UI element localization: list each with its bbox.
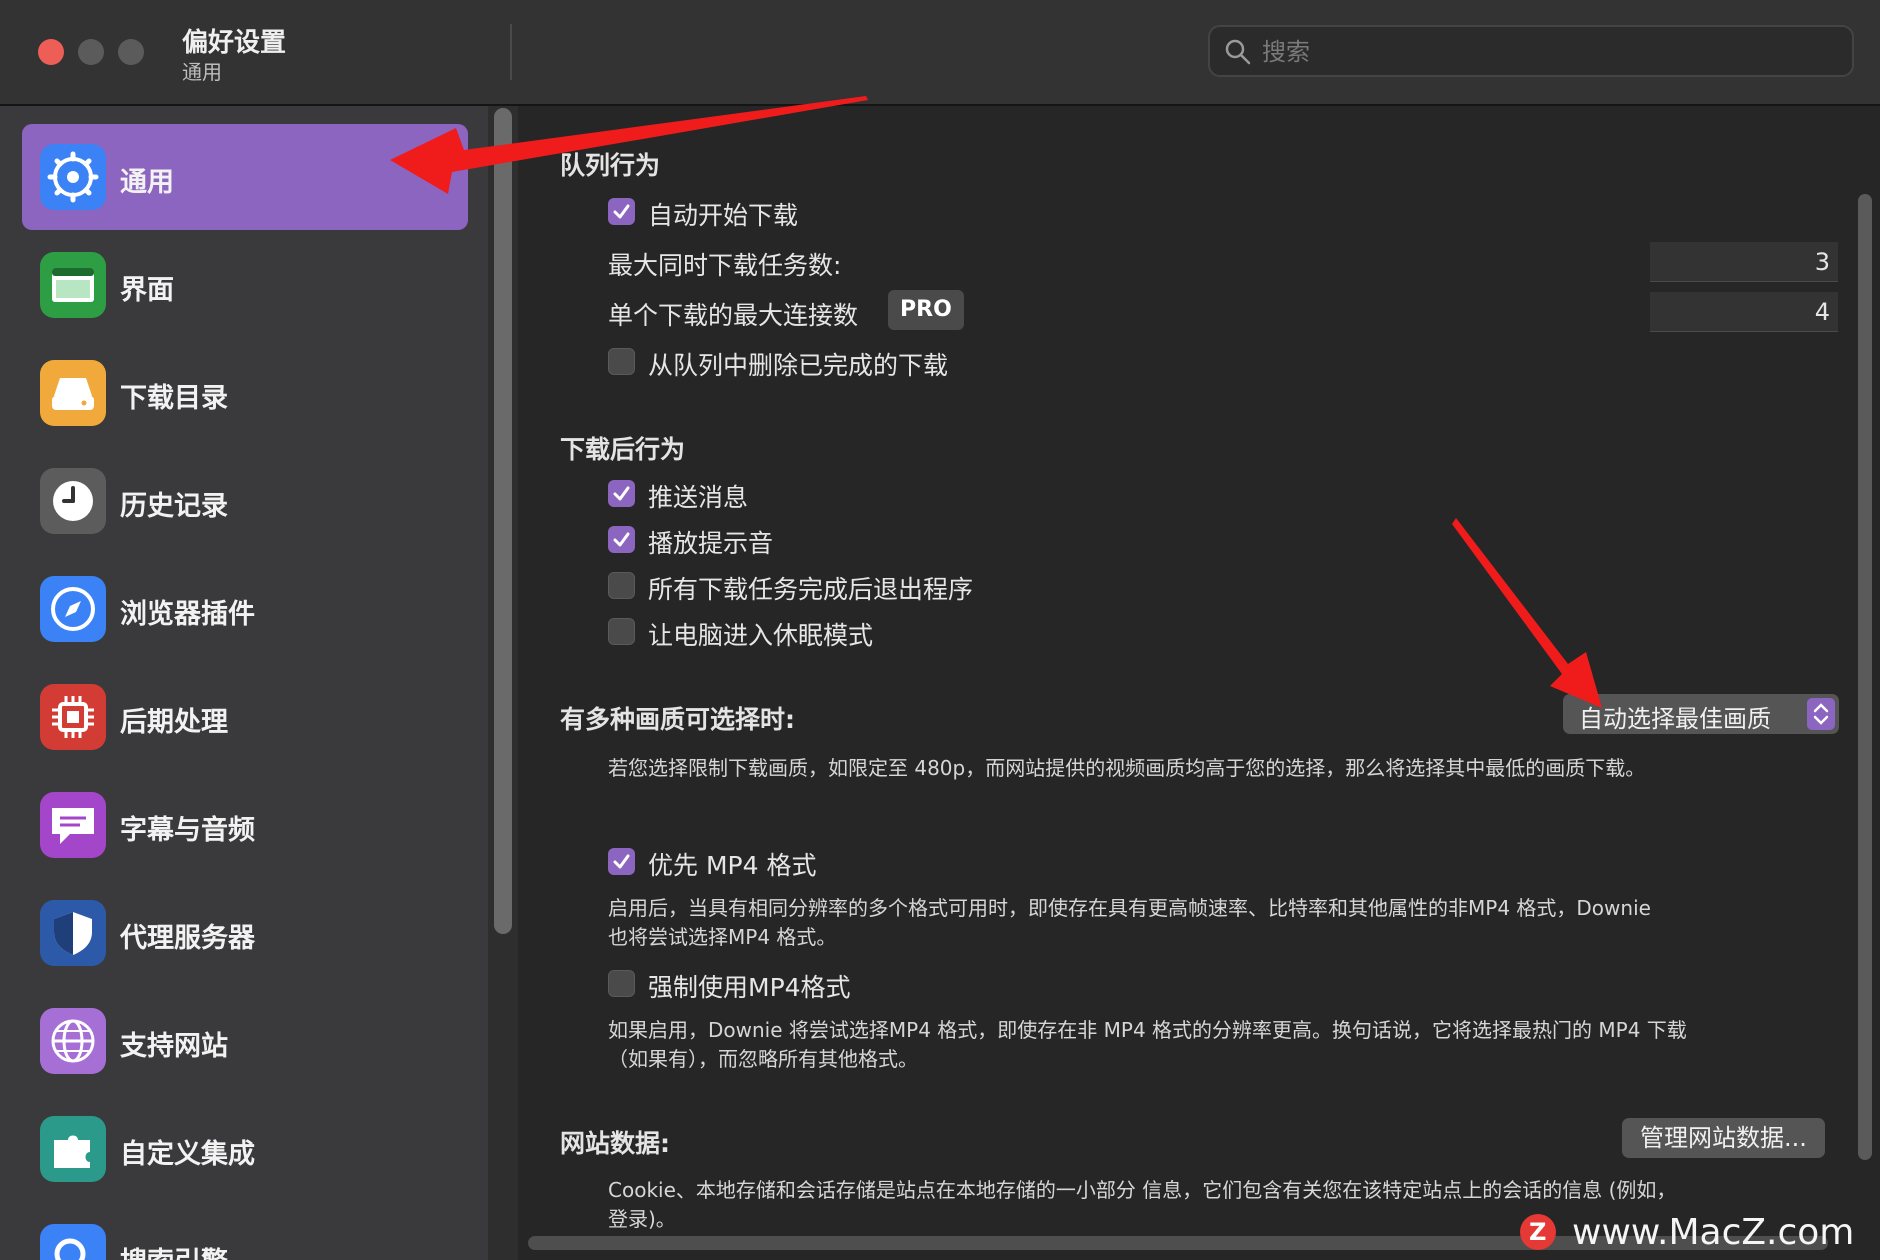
window-icon [40,252,106,318]
pro-badge: PRO [888,290,964,330]
prefer-mp4-description-line-1: 启用后，当具有相同分辨率的多个格式可用时，即使存在具有更高帧速率、比特率和其他属… [608,896,1651,920]
compass-icon [40,576,106,642]
gear-icon [40,144,106,210]
window-subtitle: 通用 [182,60,222,84]
sidebar-item-general[interactable]: 通用 [22,124,468,230]
search-field[interactable] [1208,25,1854,77]
window-title: 偏好设置 [182,28,287,58]
prefer-mp4-checkbox[interactable] [608,848,635,875]
sidebar-scrollbar[interactable] [494,108,512,934]
globe-icon [40,1008,106,1074]
manage-website-data-button[interactable]: 管理网站数据... [1622,1118,1825,1158]
sidebar-item-label: 后期处理 [120,707,228,738]
minimize-window-button[interactable] [78,39,104,65]
queue-section-title: 队列行为 [560,151,661,180]
sidebar-item-supported-sites[interactable]: 支持网站 [22,988,468,1094]
quality-section-title: 有多种画质可选择时: [560,705,795,734]
remove-finished-checkbox[interactable] [608,348,635,375]
main-panel: 队列行为 自动开始下载 最大同时下载任务数: 3 单个下载的最大连接数 PRO … [518,106,1880,1260]
website-data-section-title: 网站数据: [560,1129,670,1158]
sidebar-item-custom-integration[interactable]: 自定义集成 [22,1096,468,1202]
sidebar-item-label: 字幕与音频 [120,815,255,846]
sidebar-item-browser-extensions[interactable]: 浏览器插件 [22,556,468,662]
force-mp4-description-line-1: 如果启用，Downie 将尝试选择MP4 格式，即使存在非 MP4 格式的分辨率… [608,1018,1687,1042]
sidebar-item-label: 搜索引擎 [120,1240,228,1260]
watermark-logo: Z [1520,1214,1556,1250]
play-sound-label: 播放提示音 [648,529,774,558]
sidebar-item-subtitles-audio[interactable]: 字幕与音频 [22,772,468,878]
force-mp4-description-line-2: （如果有），而忽略所有其他格式。 [608,1047,918,1071]
max-connections-label: 单个下载的最大连接数 [608,301,859,330]
shield-icon [40,900,106,966]
quality-popup-button[interactable]: 自动选择最佳画质 [1563,694,1839,734]
sidebar-item-label: 下载目录 [120,383,228,414]
search-icon [1225,39,1251,65]
titlebar-divider [510,24,512,80]
push-notification-label: 推送消息 [648,483,749,512]
title-bar: 偏好设置 通用 [0,0,1880,106]
zoom-window-button[interactable] [118,39,144,65]
auto-start-label: 自动开始下载 [648,201,799,230]
play-sound-checkbox[interactable] [608,526,635,553]
sidebar-item-label: 界面 [120,275,174,306]
chip-icon [40,684,106,750]
search-input[interactable] [1260,33,1824,71]
max-tasks-label: 最大同时下载任务数: [608,251,842,280]
sidebar-item-label: 支持网站 [120,1031,228,1062]
sidebar-item-search-engines[interactable]: 搜索引擎 [22,1204,468,1260]
prefer-mp4-description-line-2: 也将尝试选择MP4 格式。 [608,925,837,949]
main-vertical-scrollbar[interactable] [1858,194,1872,1160]
preferences-window: 偏好设置 通用 搜索 通用 界面 下载目录 历史记录 浏览器插件 后期处理 字幕… [0,0,1880,1260]
max-tasks-field[interactable]: 3 [1650,242,1838,282]
sidebar-item-label: 通用 [120,167,174,198]
puzzle-icon [40,1116,106,1182]
remove-finished-label: 从队列中删除已完成的下载 [648,351,949,380]
auto-start-checkbox[interactable] [608,198,635,225]
magnifier-icon [40,1224,106,1260]
watermark-text: www.MacZ.com [1572,1212,1855,1253]
chevron-up-down-icon [1807,698,1835,730]
sidebar-item-proxy[interactable]: 代理服务器 [22,880,468,986]
sidebar-item-history[interactable]: 历史记录 [22,448,468,554]
quality-description: 若您选择限制下载画质，如限定至 480p，而网站提供的视频画质均高于您的选择，那… [608,756,1646,780]
sidebar-item-label: 自定义集成 [120,1139,255,1170]
website-data-description-line-1: Cookie、本地存储和会话存储是站点在本地存储的一小部分 信息，它们包含有关您… [608,1178,1677,1202]
sidebar-item-download-folder[interactable]: 下载目录 [22,340,468,446]
quit-after-downloads-checkbox[interactable] [608,572,635,599]
sleep-after-downloads-label: 让电脑进入休眠模式 [648,621,874,650]
close-window-button[interactable] [38,39,64,65]
sidebar-item-interface[interactable]: 界面 [22,232,468,338]
quit-after-downloads-label: 所有下载任务完成后退出程序 [648,575,974,604]
sidebar-item-label: 浏览器插件 [120,599,255,630]
force-mp4-checkbox[interactable] [608,970,635,997]
sleep-after-downloads-checkbox[interactable] [608,618,635,645]
prefer-mp4-label: 优先 MP4 格式 [648,851,817,880]
max-connections-field[interactable]: 4 [1650,292,1838,332]
force-mp4-label: 强制使用MP4格式 [648,973,851,1002]
push-notification-checkbox[interactable] [608,480,635,507]
drive-icon [40,360,106,426]
sidebar-item-label: 代理服务器 [120,923,255,954]
sidebar: 通用 界面 下载目录 历史记录 浏览器插件 后期处理 字幕与音频 代理服务器 支… [0,106,488,1260]
speech-bubble-icon [40,792,106,858]
sidebar-item-label: 历史记录 [120,491,228,522]
sidebar-item-post-processing[interactable]: 后期处理 [22,664,468,770]
quality-popup-selected: 自动选择最佳画质 [1579,705,1771,733]
after-download-section-title: 下载后行为 [560,435,686,464]
clock-icon [40,468,106,534]
